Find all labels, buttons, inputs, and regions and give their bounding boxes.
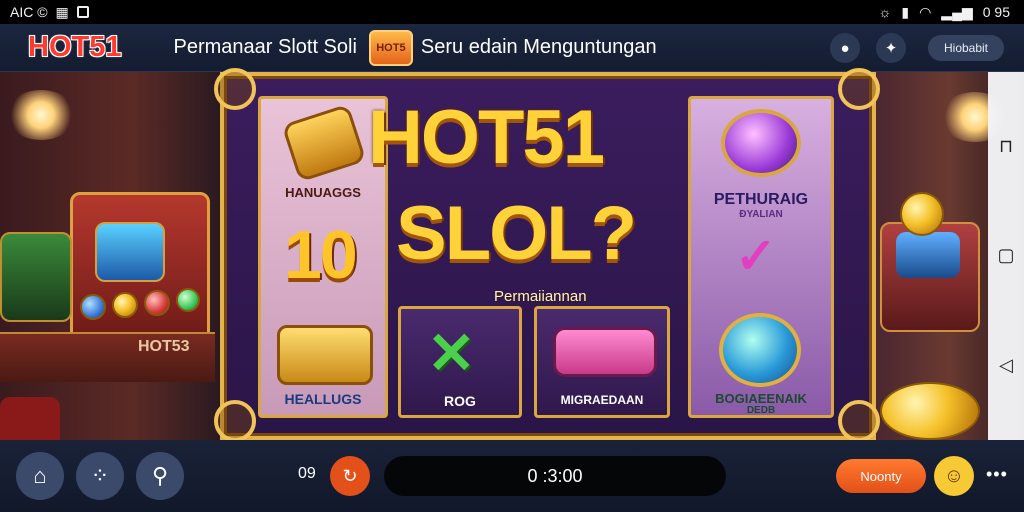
panel-right-top-label: PETHURAIG: [713, 191, 809, 208]
frame-ornament-br: [838, 400, 880, 442]
back-icon[interactable]: ◁: [999, 355, 1013, 376]
page-title-right: Seru edain Menguntungan: [420, 36, 657, 58]
chip-blue: [80, 294, 106, 320]
x-symbol-icon: ✕: [427, 321, 476, 386]
refresh-icon[interactable]: ↻: [330, 456, 370, 496]
machine-screen: [95, 222, 165, 282]
wifi-icon: ◠: [919, 3, 932, 20]
status-left: AIC © ▦: [10, 4, 89, 21]
multiplier-number: 10: [284, 217, 358, 293]
credit-count: 09: [298, 465, 316, 482]
gold-bar-icon: [281, 103, 367, 183]
frame-ornament-tr: [838, 68, 880, 110]
game-title-line1: HOT51: [368, 95, 605, 180]
bookmark-icon[interactable]: ⊓: [999, 136, 1013, 157]
game-subtitle: Permaiiannan: [494, 288, 587, 305]
gold-stack-icon: [277, 325, 373, 385]
chip-gold: [112, 292, 138, 318]
spotlight-left: [6, 90, 76, 140]
timer-display: 0 :3:00: [384, 456, 726, 496]
page-title-left: Permanaar Slott Soli: [173, 36, 357, 58]
emerald-orb-icon: [719, 313, 801, 387]
carousel-icon: ▦: [55, 3, 69, 20]
panel-left-bottom-label: HEALLUGS: [284, 391, 362, 407]
app-header: HOT51 Permanaar Slott Soli HOT5 Seru eda…: [0, 24, 1024, 72]
stool: [0, 397, 60, 440]
apps-icon[interactable]: ⁘: [76, 452, 124, 500]
notification-icon: ☼: [878, 4, 892, 20]
panel-mid-left: ✕ ROG: [398, 306, 522, 418]
side-nav: ⊓ ▢ ◁: [988, 72, 1024, 440]
checkmark-icon: ✓: [735, 228, 777, 284]
status-bar: AIC © ▦ ☼ ▮ ◠ ▂▄▆ 0 95: [0, 0, 1024, 24]
app-logo[interactable]: HOT51: [28, 31, 121, 64]
crystal-orb-icon: [721, 109, 801, 177]
tv-icon: [76, 6, 89, 18]
game-title-line2: SLOL?: [396, 191, 637, 276]
panel-right-bottom-label: BOGIAEENAIK: [715, 391, 807, 406]
battery-icon: ▮: [901, 3, 910, 20]
chip-red: [144, 290, 170, 316]
home-icon[interactable]: ⌂: [16, 452, 64, 500]
status-time: 0 95: [982, 4, 1010, 20]
recents-icon[interactable]: ▢: [997, 245, 1014, 266]
panel-mid-right-label: MIGRAEDAAN: [560, 393, 644, 407]
dice-icon[interactable]: ✦: [876, 33, 906, 63]
frame-ornament-tl: [214, 68, 256, 110]
panel-mid-right: MIGRAEDAAN: [534, 306, 670, 418]
bottom-bar: ⌂ ⁘ ⚲ 09 ↻ 0 :3:00 Noonty ☺ •••: [0, 440, 1024, 512]
chip-green: [176, 288, 200, 312]
machine-label: HOT53: [138, 338, 190, 355]
status-right: ☼ ▮ ◠ ▂▄▆ 0 95: [879, 4, 1010, 21]
header-action-button[interactable]: Hiobabit: [928, 35, 1004, 61]
panel-right-top-sublabel: ÐYALIAN: [739, 209, 783, 220]
title-badge: HOT5: [368, 29, 413, 66]
game-icon[interactable]: ●: [830, 33, 860, 63]
panel-right: PETHURAIG ÐYALIAN ✓ BOGIAEENAIK DEDB: [688, 96, 834, 418]
play-button[interactable]: Noonty: [836, 459, 926, 493]
coin-floating: [900, 192, 944, 236]
signal-icon: ▂▄▆: [941, 3, 973, 20]
location-pin-icon[interactable]: ⚲: [136, 452, 184, 500]
status-text: AIC ©: [10, 4, 48, 20]
panel-mid-left-label: ROG: [444, 393, 476, 409]
arcade-screen: [896, 232, 960, 278]
panel-right-bottom-sublabel: DEDB: [746, 405, 776, 416]
slot-machine-far-left: [0, 232, 72, 322]
app-root: AIC © ▦ ☼ ▮ ◠ ▂▄▆ 0 95 HOT51 Permanaar S…: [0, 0, 1024, 512]
face-icon[interactable]: ☺: [934, 456, 974, 496]
ticket-icon: [553, 327, 657, 377]
panel-left-top-label: HANUAGGS: [285, 185, 361, 200]
coin-large: [880, 382, 980, 440]
more-icon[interactable]: •••: [986, 464, 1008, 485]
frame-ornament-bl: [214, 400, 256, 442]
